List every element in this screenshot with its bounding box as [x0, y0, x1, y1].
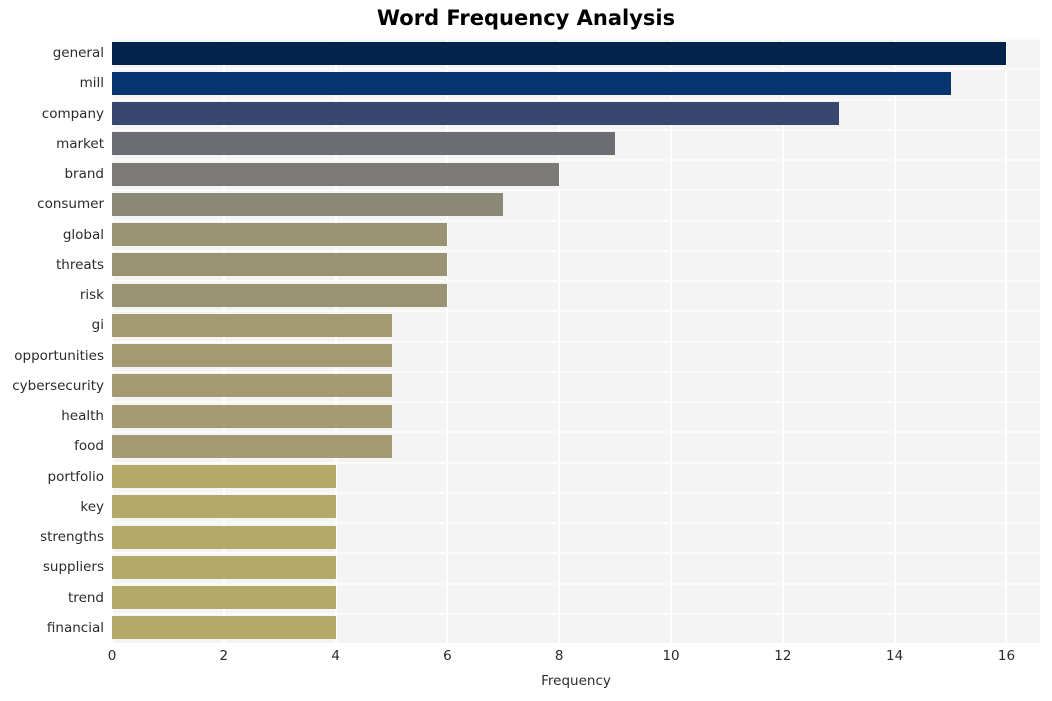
- y-axis-tick-label: company: [41, 105, 104, 122]
- y-axis-tick-label: food: [74, 438, 104, 455]
- y-axis-tick-label: market: [56, 135, 104, 152]
- bar: [112, 283, 448, 307]
- x-axis-tick-label: 14: [886, 648, 904, 664]
- chart-figure: Word Frequency Analysis general mill compa…: [0, 0, 1052, 701]
- x-axis-tick-label: 6: [443, 648, 452, 664]
- x-axis-tick-labels: 0 2 4 6 8 10 12 14 16: [108, 648, 1040, 670]
- bar: [112, 162, 560, 186]
- bar: [112, 313, 392, 337]
- y-axis-tick-label: consumer: [37, 196, 104, 213]
- bar: [112, 465, 336, 489]
- x-axis-title: Frequency: [541, 673, 611, 689]
- bar: [112, 132, 616, 156]
- bar: [112, 555, 336, 579]
- y-axis-tick-labels: general mill company market brand consumer glo…: [0, 38, 104, 643]
- y-axis-tick-label: cybersecurity: [12, 377, 104, 394]
- y-axis-tick-label: general: [52, 45, 104, 62]
- y-axis-tick-label: mill: [79, 75, 104, 92]
- x-axis-tick-label: 10: [662, 648, 680, 664]
- y-axis-tick-label: risk: [79, 287, 104, 304]
- bar: [112, 404, 392, 428]
- bar: [112, 41, 1007, 65]
- y-axis-tick-label: brand: [64, 166, 104, 183]
- bar: [112, 223, 448, 247]
- bar: [112, 71, 951, 95]
- y-axis-tick-label: health: [61, 408, 104, 425]
- bar: [112, 434, 392, 458]
- x-axis-tick-label: 0: [107, 648, 117, 664]
- y-axis-tick-label: portfolio: [47, 468, 104, 485]
- bar: [112, 102, 839, 126]
- y-axis-tick-label: opportunities: [14, 347, 104, 364]
- bar: [112, 616, 336, 640]
- y-axis-tick-label: trend: [68, 589, 104, 606]
- bar: [112, 495, 336, 519]
- x-axis-tick-label: 12: [774, 648, 792, 664]
- y-axis-tick-label: strengths: [40, 529, 104, 546]
- y-axis-tick-label: threats: [55, 256, 104, 273]
- bar: [112, 586, 336, 610]
- y-axis-tick-label: key: [80, 498, 104, 515]
- x-axis-tick-label: 16: [997, 648, 1016, 664]
- x-axis-tick-label: 4: [331, 648, 340, 664]
- bar: [112, 253, 448, 277]
- x-axis-tick-label: 8: [554, 648, 564, 664]
- bar: [112, 344, 392, 368]
- bar: [112, 192, 504, 216]
- bars-layer: [112, 38, 1040, 643]
- y-axis-tick-label: global: [62, 226, 104, 243]
- y-axis-tick-label: suppliers: [42, 559, 104, 576]
- y-axis-tick-label: financial: [46, 619, 104, 636]
- bar: [112, 374, 392, 398]
- plot-area: [112, 38, 1040, 643]
- chart-title: Word Frequency Analysis: [376, 6, 676, 30]
- y-axis-tick-label: gi: [91, 317, 104, 334]
- bar: [112, 525, 336, 549]
- x-axis-tick-label: 2: [219, 648, 229, 664]
